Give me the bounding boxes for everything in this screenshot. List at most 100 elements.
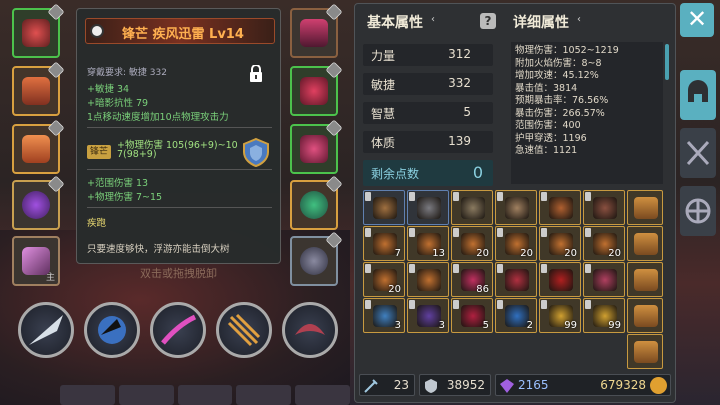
inventory-slot[interactable] xyxy=(583,190,625,225)
stat-line-shadow-resist: +暗影抗性 79 xyxy=(87,98,149,109)
inventory-slot[interactable]: 20 xyxy=(539,226,581,261)
equip-check-icon xyxy=(47,61,65,79)
item-icon xyxy=(549,197,573,219)
bag-icon xyxy=(634,341,658,363)
bag-slot[interactable] xyxy=(627,298,663,333)
help-icon[interactable]: ? xyxy=(480,13,496,29)
bag-icon xyxy=(634,197,658,219)
ring-icon xyxy=(22,191,50,219)
item-title: 锋芒 疾风迅雷 Lv14 xyxy=(122,27,244,42)
inventory-slot[interactable]: 3 xyxy=(363,298,405,333)
detail-scrollbar[interactable] xyxy=(665,44,669,80)
item-requirement: 穿戴要求: 敏捷 332 xyxy=(87,68,167,78)
inventory-slot[interactable] xyxy=(495,262,537,297)
item-icon xyxy=(373,305,397,327)
item-icon xyxy=(593,197,617,219)
armor-icon xyxy=(22,77,50,105)
equip-check-icon xyxy=(47,119,65,137)
detail-stats-list[interactable]: 物理伤害：1052~1219 附加火焰伤害：8~8 增加攻速：45.12% 暴击… xyxy=(511,42,663,184)
bag-slot[interactable] xyxy=(627,190,663,225)
inventory-slot[interactable]: 20 xyxy=(495,226,537,261)
divider xyxy=(87,169,272,170)
inventory-slot[interactable] xyxy=(539,190,581,225)
chevron-icon: ‹ xyxy=(431,14,435,25)
bind-tag-icon xyxy=(409,192,415,201)
inventory-slot[interactable]: 7 xyxy=(363,226,405,261)
equip-slot-amulet[interactable] xyxy=(290,3,343,58)
inventory-slot[interactable] xyxy=(583,262,625,297)
inventory-slot[interactable]: 20 xyxy=(583,226,625,261)
lock-icon[interactable] xyxy=(249,65,263,83)
divider xyxy=(87,127,272,128)
inventory-slot[interactable]: 86 xyxy=(451,262,493,297)
item-quantity: 20 xyxy=(388,284,401,295)
inventory-slot[interactable] xyxy=(407,262,449,297)
inventory-slot[interactable]: 13 xyxy=(407,226,449,261)
inventory-slot[interactable]: 20 xyxy=(451,226,493,261)
inventory-slot[interactable]: 20 xyxy=(363,262,405,297)
main-weapon-tag: 主 xyxy=(45,273,55,283)
close-button[interactable]: ✕ xyxy=(680,3,714,37)
helm-orb-icon xyxy=(300,247,328,275)
detail-attributes-title: 详细属性 xyxy=(513,15,569,31)
equip-slot-cloak[interactable] xyxy=(12,119,65,174)
equip-slot-armor[interactable] xyxy=(12,61,65,116)
item-quantity: 2 xyxy=(526,320,533,331)
unequip-hint: 双击或拖拽脱卸 xyxy=(140,267,217,280)
inventory-slot[interactable]: 3 xyxy=(407,298,449,333)
bag-slot[interactable] xyxy=(627,226,663,261)
cloak-icon xyxy=(22,135,50,163)
wing-skill-icon xyxy=(295,324,325,335)
skill-button-4[interactable] xyxy=(216,302,272,358)
detail-crit-damage: 暴击伤害：266.57% xyxy=(515,107,605,119)
item-quantity: 20 xyxy=(520,248,533,259)
skill-button-5[interactable] xyxy=(282,302,338,358)
purple-gem-icon xyxy=(500,379,514,393)
equip-slot-trinket[interactable] xyxy=(290,175,343,230)
inventory-slot[interactable]: 5 xyxy=(451,298,493,333)
emerald-icon xyxy=(300,191,328,219)
equip-slot-helmet[interactable] xyxy=(12,3,65,58)
bag-slot[interactable] xyxy=(627,334,663,369)
inventory-slot[interactable] xyxy=(363,190,405,225)
inventory-slot[interactable]: 99 xyxy=(539,298,581,333)
tab-weapons[interactable] xyxy=(680,128,716,178)
item-icon xyxy=(373,197,397,219)
tooltip-header: 锋芒 疾风迅雷 Lv14 xyxy=(85,18,275,44)
bind-tag-icon xyxy=(365,228,371,237)
stat-line-speed-bonus: 1点移动速度增加10点物理攻击力 xyxy=(87,112,229,123)
rank-icon xyxy=(90,24,104,38)
equip-slot-ring[interactable] xyxy=(12,175,65,230)
bind-tag-icon xyxy=(497,264,503,273)
equip-slot-boots[interactable] xyxy=(290,119,343,174)
inventory-slot[interactable] xyxy=(451,190,493,225)
equip-slot-offhand[interactable] xyxy=(290,231,343,286)
inventory-slot[interactable]: 2 xyxy=(495,298,537,333)
bind-tag-icon xyxy=(585,192,591,201)
gem-gold-chip: 2165 679328 xyxy=(495,374,671,396)
basic-attributes-title: 基本属性 xyxy=(367,15,423,31)
item-icon xyxy=(593,269,617,291)
bind-tag-icon xyxy=(365,300,371,309)
tab-gems[interactable] xyxy=(680,186,716,236)
inventory-slot[interactable]: 99 xyxy=(583,298,625,333)
equip-check-icon xyxy=(325,175,343,193)
tab-equipment[interactable] xyxy=(680,70,716,120)
equip-slot-gloves[interactable] xyxy=(290,61,343,116)
item-quantity: 86 xyxy=(476,284,489,295)
skill-description: 只要速度够快，浮游亦能击倒大树 xyxy=(87,244,230,255)
bind-tag-icon xyxy=(409,228,415,237)
bag-icon xyxy=(634,233,658,255)
bag-icon xyxy=(634,305,658,327)
skill-button-1[interactable] xyxy=(18,302,74,358)
bag-slot[interactable] xyxy=(627,262,663,297)
item-quantity: 20 xyxy=(608,248,621,259)
item-quantity: 3 xyxy=(438,320,445,331)
inventory-slot[interactable] xyxy=(539,262,581,297)
equip-slot-main-weapon[interactable]: 主 xyxy=(12,236,60,286)
inventory-slot[interactable] xyxy=(407,190,449,225)
inventory-slot[interactable] xyxy=(495,190,537,225)
skill-button-3[interactable] xyxy=(150,302,206,358)
gloves-icon xyxy=(300,77,328,105)
skill-button-2[interactable] xyxy=(84,302,140,358)
